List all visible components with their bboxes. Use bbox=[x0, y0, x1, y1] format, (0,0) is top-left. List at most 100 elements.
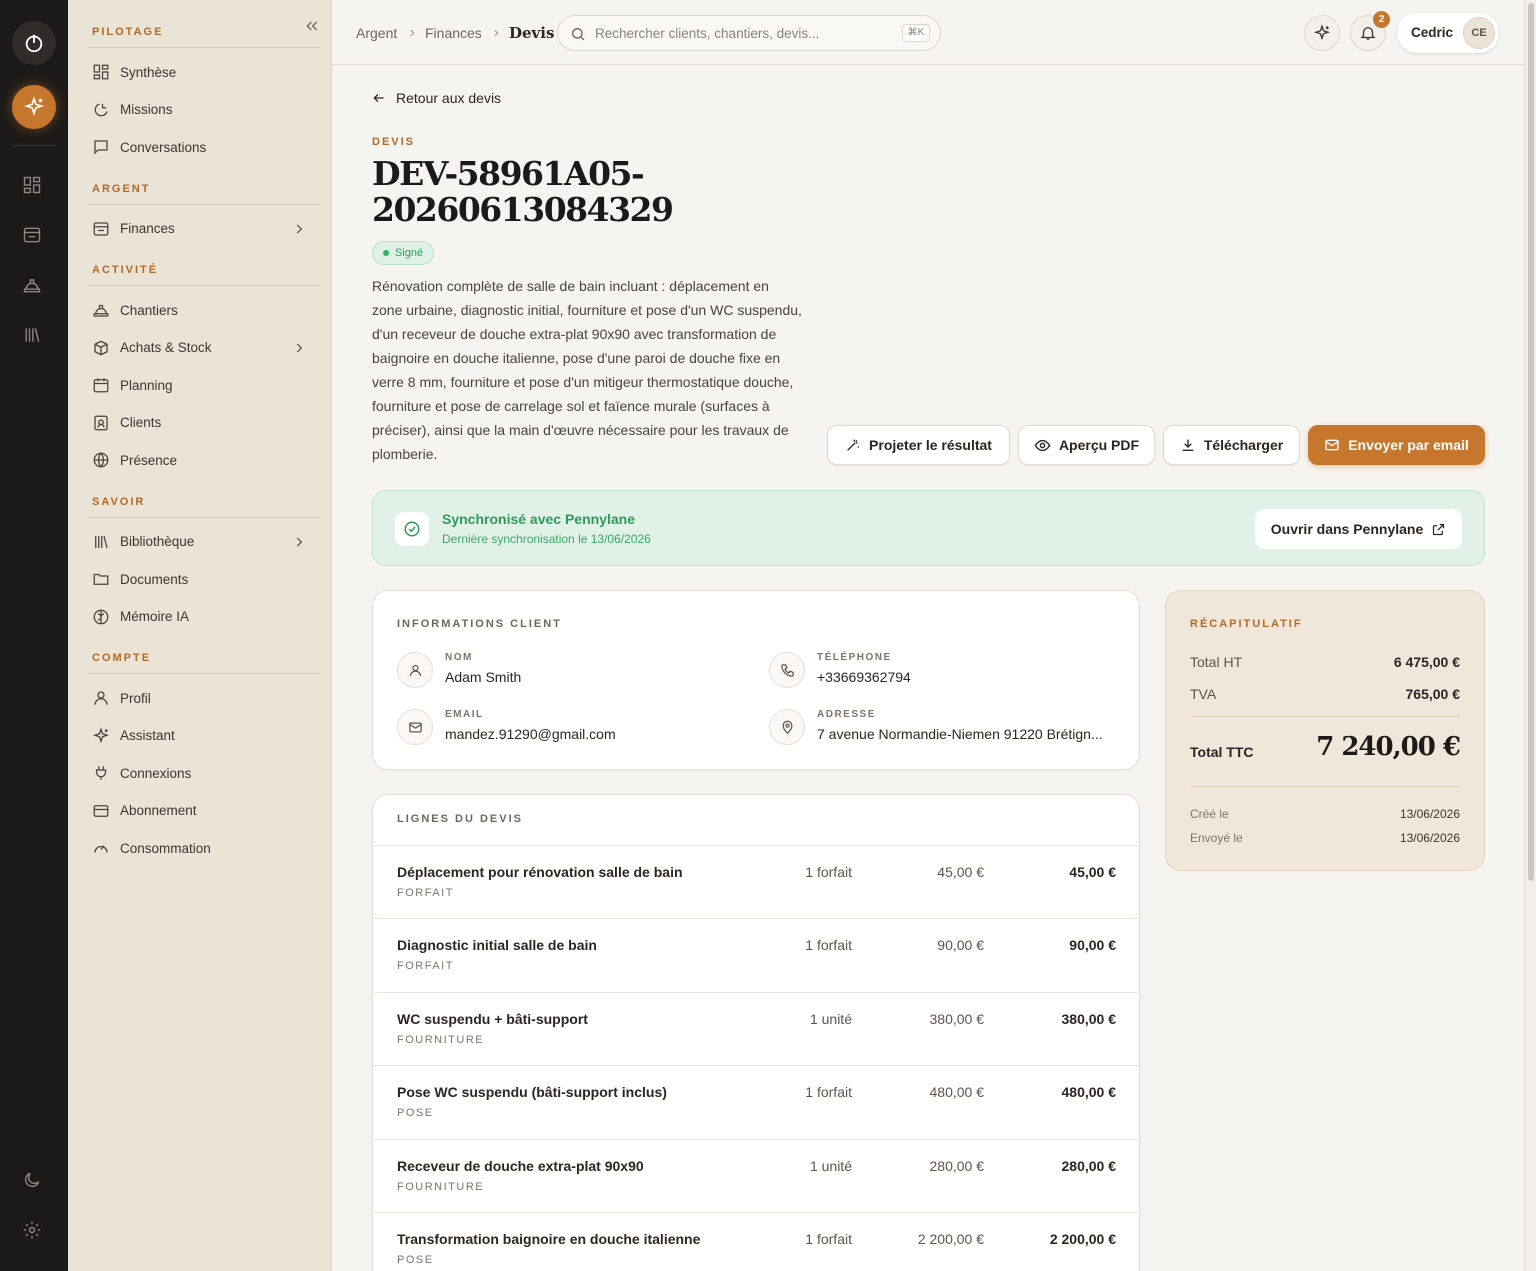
phone-icon bbox=[769, 652, 805, 688]
table-row[interactable]: Transformation baignoire en douche itali… bbox=[373, 1212, 1139, 1271]
sidebar-item-profil[interactable]: Profil bbox=[88, 682, 312, 714]
ai-sparkles-button[interactable] bbox=[1304, 15, 1340, 51]
sidebar-item-achats-stock[interactable]: Achats & Stock bbox=[88, 332, 312, 364]
line-name: Transformation baignoire en douche itali… bbox=[397, 1231, 701, 1247]
table-row[interactable]: WC suspendu + bâti-support FOURNITURE 1 un… bbox=[373, 991, 1139, 1065]
rail-library-icon[interactable] bbox=[22, 325, 42, 345]
table-row[interactable]: Diagnostic initial salle de bain FORFAIT 1… bbox=[373, 918, 1139, 991]
scrollbar[interactable] bbox=[1524, 0, 1536, 1271]
send-email-button[interactable]: Envoyer par email bbox=[1308, 425, 1485, 465]
search-shortcut: ⌘K bbox=[902, 24, 930, 42]
open-pennylane-button[interactable]: Ouvrir dans Pennylane bbox=[1255, 509, 1462, 549]
avatar: CE bbox=[1463, 17, 1495, 49]
rail-settings-gear-icon[interactable] bbox=[22, 1220, 42, 1240]
sidebar-item-label: Profil bbox=[120, 690, 151, 706]
line-quantity: 1 forfait bbox=[805, 1084, 852, 1101]
sidebar-item-conversations[interactable]: Conversations bbox=[88, 131, 312, 163]
app-logo-button[interactable] bbox=[12, 21, 56, 65]
sidebar-item-label: Conversations bbox=[120, 139, 207, 155]
rail-wallet-icon[interactable] bbox=[22, 225, 42, 245]
sidebar-item-chantiers[interactable]: Chantiers bbox=[88, 294, 312, 326]
client-email-label: EMAIL bbox=[445, 709, 484, 720]
sidebar-item-synthèse[interactable]: Synthèse bbox=[88, 56, 312, 88]
download-button[interactable]: Télécharger bbox=[1163, 425, 1300, 465]
magic-wand-icon bbox=[847, 439, 860, 451]
ai-assistant-button[interactable] bbox=[12, 85, 56, 129]
sidebar-item-planning[interactable]: Planning bbox=[88, 369, 312, 401]
user-menu[interactable]: Cedric CE bbox=[1397, 13, 1499, 53]
icon-rail bbox=[0, 0, 68, 1271]
table-row[interactable]: Receveur de douche extra-plat 90x90 FOURN… bbox=[373, 1138, 1139, 1212]
sidebar-item-mémoire-ia[interactable]: Mémoire IA bbox=[88, 601, 312, 633]
recap-card: RÉCAPITULATIF Total HT 6 475,00 € TVA 76… bbox=[1165, 590, 1485, 871]
open-pennylane-label: Ouvrir dans Pennylane bbox=[1270, 521, 1424, 537]
status-badge: Signé bbox=[372, 241, 435, 265]
line-quantity: 1 forfait bbox=[805, 864, 852, 880]
pdf-preview-button[interactable]: Aperçu PDF bbox=[1018, 425, 1155, 465]
search-box[interactable]: Rechercher clients, chantiers, devis... … bbox=[557, 15, 941, 51]
line-category: FORFAIT bbox=[397, 887, 454, 899]
pdf-preview-label: Aperçu PDF bbox=[1058, 437, 1140, 453]
chevron-right-icon[interactable] bbox=[292, 341, 306, 355]
client-address-label: ADRESSE bbox=[817, 709, 876, 720]
line-name: Receveur de douche extra-plat 90x90 bbox=[397, 1157, 644, 1174]
user-icon bbox=[92, 689, 110, 707]
sparkles-icon bbox=[1313, 24, 1331, 41]
back-to-quotes-link[interactable]: Retour aux devis bbox=[372, 90, 501, 106]
breadcrumb-finances[interactable]: Finances bbox=[425, 25, 482, 41]
notifications-button[interactable]: 2 bbox=[1350, 11, 1390, 51]
total-ht-label: Total HT bbox=[1190, 654, 1243, 670]
sidebar-item-missions[interactable]: Missions bbox=[88, 94, 312, 126]
project-result-button[interactable]: Projeter le résultat bbox=[827, 425, 1010, 465]
client-phone-label: TÉLÉPHONE bbox=[817, 652, 892, 663]
notification-badge: 2 bbox=[1373, 11, 1390, 28]
sidebar-item-connexions[interactable]: Connexions bbox=[88, 757, 312, 789]
sidebar-item-consommation[interactable]: Consommation bbox=[88, 832, 312, 864]
sidebar-item-bibliothèque[interactable]: Bibliothèque bbox=[88, 526, 312, 558]
sidebar-section-divider bbox=[88, 47, 320, 48]
sidebar-section-title: PILOTAGE bbox=[92, 26, 164, 38]
line-quantity: 1 forfait bbox=[805, 1231, 852, 1247]
created-value: 13/06/2026 bbox=[1399, 807, 1460, 821]
scrollbar-thumb[interactable] bbox=[1528, 3, 1534, 881]
line-unit-price: 380,00 € bbox=[929, 1010, 985, 1027]
sidebar-item-abonnement[interactable]: Abonnement bbox=[88, 795, 312, 827]
user-icon bbox=[397, 652, 433, 688]
rail-theme-moon-icon[interactable] bbox=[22, 1170, 42, 1190]
total-ht-value: 6 475,00 € bbox=[1393, 654, 1460, 670]
sidebar-item-clients[interactable]: Clients bbox=[88, 407, 312, 439]
sidebar-section-title: ARGENT bbox=[92, 182, 151, 195]
client-email-value[interactable]: mandez.91290@gmail.com bbox=[445, 726, 741, 742]
sidebar-item-documents[interactable]: Documents bbox=[88, 563, 312, 595]
topbar: Argent Finances Devis Rechercher clients… bbox=[332, 0, 1524, 65]
arrow-left-icon bbox=[373, 94, 384, 102]
client-phone-value[interactable]: +33669362794 bbox=[817, 669, 1113, 685]
sidebar-section-divider bbox=[88, 516, 320, 518]
sidebar-item-assistant[interactable]: Assistant bbox=[88, 720, 312, 752]
line-quantity: 1 forfait bbox=[805, 937, 852, 954]
collapse-sidebar-icon[interactable] bbox=[304, 18, 320, 34]
sidebar-item-présence[interactable]: Présence bbox=[88, 444, 312, 476]
sidebar-item-label: Finances bbox=[120, 221, 175, 236]
tva-value: 765,00 € bbox=[1405, 686, 1461, 702]
line-unit-price: 90,00 € bbox=[937, 937, 984, 954]
table-row[interactable]: Pose WC suspendu (bâti-support inclus) PO… bbox=[373, 1065, 1139, 1138]
page-eyebrow: DEVIS bbox=[372, 136, 416, 148]
dashboard-icon bbox=[92, 63, 110, 81]
breadcrumb-argent[interactable]: Argent bbox=[356, 25, 397, 41]
chevron-right-icon[interactable] bbox=[292, 535, 306, 549]
pennylane-sync-banner: Synchronisé avec Pennylane Dernière sync… bbox=[372, 490, 1485, 566]
line-category: FOURNITURE bbox=[397, 1033, 485, 1046]
sidebar-item-finances[interactable]: Finances bbox=[88, 213, 312, 245]
rail-dashboard-icon[interactable] bbox=[22, 175, 42, 195]
line-unit-price: 480,00 € bbox=[929, 1084, 985, 1101]
sidebar: PILOTAGE Synthèse Missions Conversations ARG… bbox=[68, 0, 332, 1271]
sparkles-icon bbox=[24, 96, 44, 117]
line-category: FOURNITURE bbox=[397, 1180, 485, 1193]
table-row[interactable]: Déplacement pour rénovation salle de bai… bbox=[373, 845, 1139, 918]
line-unit-price: 2 200,00 € bbox=[917, 1231, 984, 1247]
chevron-right-icon[interactable] bbox=[292, 222, 306, 236]
rail-hardhat-icon[interactable] bbox=[22, 275, 42, 295]
search-icon bbox=[572, 28, 585, 41]
hardhat-icon bbox=[92, 301, 110, 319]
